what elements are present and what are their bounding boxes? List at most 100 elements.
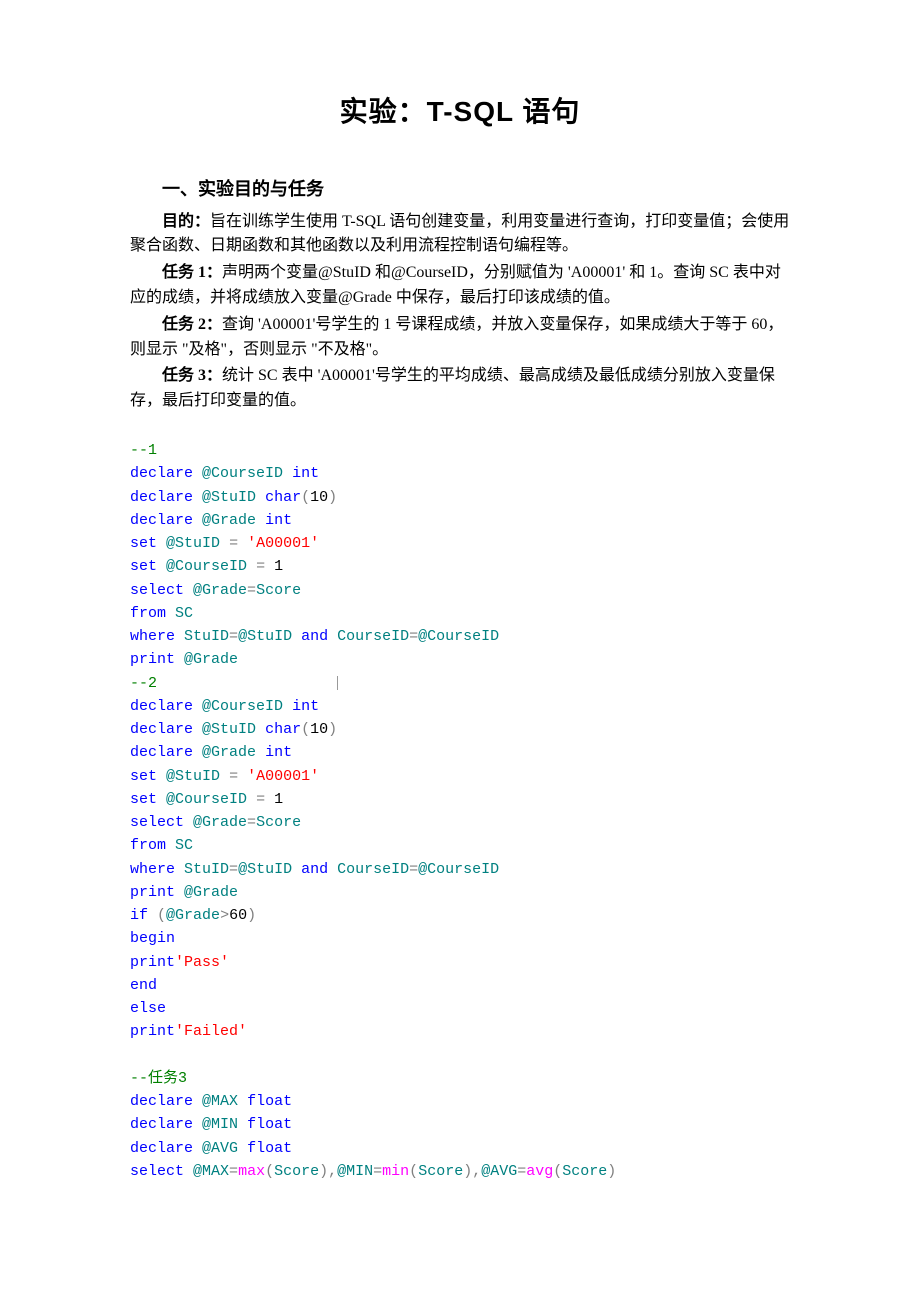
number: 60 [229,907,247,924]
operator: > [220,907,229,924]
string-literal: 'A00001' [247,768,319,785]
variable: @CourseID [202,465,283,482]
keyword-declare: declare [130,512,193,529]
column: Score [418,1163,463,1180]
code-block-1: --1 declare @CourseID int declare @StuID… [130,416,790,1183]
task2-label: 任务 2： [162,316,222,333]
task1-label: 任务 1： [162,264,222,281]
variable: @CourseID [166,558,247,575]
string-literal: 'Failed' [175,1023,247,1040]
type-float: float [247,1116,292,1133]
section-heading: 一、实验目的与任务 [130,175,790,204]
operator: = [229,1163,238,1180]
keyword-and: and [301,861,328,878]
keyword-print: print [130,1023,175,1040]
variable: @MIN [202,1116,238,1133]
string-literal: 'A00001' [247,535,319,552]
task3-label: 任务 3： [162,367,222,384]
paren: ( [409,1163,418,1180]
column: StuID [184,628,229,645]
number: 1 [274,791,283,808]
operator: = [229,535,238,552]
code-comment: --1 [130,442,157,459]
operator: = [409,861,418,878]
variable: @CourseID [166,791,247,808]
keyword-print: print [130,884,175,901]
keyword-else: else [130,1000,166,1017]
type-int: int [292,465,319,482]
type-char: char [265,489,301,506]
variable: @Grade [184,884,238,901]
variable: @StuID [202,721,256,738]
table: SC [175,605,193,622]
paren: ( [301,721,310,738]
variable: @StuID [238,628,292,645]
column: Score [274,1163,319,1180]
keyword-begin: begin [130,930,175,947]
keyword-where: where [130,861,175,878]
keyword-set: set [130,768,157,785]
operator: = [409,628,418,645]
keyword-print: print [130,651,175,668]
paren: ( [265,1163,274,1180]
keyword-declare: declare [130,744,193,761]
string-literal: 'Pass' [175,954,229,971]
keyword-declare: declare [130,698,193,715]
variable: @Grade [193,582,247,599]
keyword-and: and [301,628,328,645]
variable: @Grade [202,744,256,761]
column: StuID [184,861,229,878]
keyword-where: where [130,628,175,645]
type-int: int [265,512,292,529]
operator: = [256,791,265,808]
table: SC [175,837,193,854]
keyword-from: from [130,837,166,854]
paren: ) [247,907,256,924]
variable: @Grade [202,512,256,529]
type-int: int [292,698,319,715]
operator: = [229,628,238,645]
keyword-declare: declare [130,1116,193,1133]
operator: = [256,558,265,575]
operator: = [247,814,256,831]
variable: @StuID [166,535,220,552]
variable: @StuID [166,768,220,785]
variable: @Grade [184,651,238,668]
keyword-declare: declare [130,1140,193,1157]
keyword-declare: declare [130,465,193,482]
variable: @StuID [202,489,256,506]
number: 1 [274,558,283,575]
keyword-select: select [130,582,184,599]
variable: @MAX [193,1163,229,1180]
code-comment: --2 [130,675,157,692]
variable: @MAX [202,1093,238,1110]
number: 10 [310,721,328,738]
type-float: float [247,1093,292,1110]
keyword-from: from [130,605,166,622]
task1-text: 声明两个变量@StuID 和@CourseID，分别赋值为 'A00001' 和… [130,264,781,306]
cursor-mark [337,676,338,690]
variable: @CourseID [418,628,499,645]
variable: @Grade [193,814,247,831]
keyword-set: set [130,558,157,575]
variable: @CourseID [202,698,283,715]
variable: @Grade [166,907,220,924]
operator: = [517,1163,526,1180]
code-comment: --任务3 [130,1070,187,1087]
purpose-label: 目的： [162,213,210,230]
number: 10 [310,489,328,506]
keyword-select: select [130,814,184,831]
paren: ( [157,907,166,924]
variable: @AVG [202,1140,238,1157]
task3-text: 统计 SC 表中 'A00001'号学生的平均成绩、最高成绩及最低成绩分别放入变… [130,367,775,409]
document-title: 实验：T-SQL 语句 [130,90,790,135]
column: Score [562,1163,607,1180]
paren: ) [328,489,337,506]
keyword-declare: declare [130,721,193,738]
func-min: min [382,1163,409,1180]
variable: @StuID [238,861,292,878]
variable: @CourseID [418,861,499,878]
task2-paragraph: 任务 2：查询 'A00001'号学生的 1 号课程成绩，并放入变量保存，如果成… [130,313,790,363]
operator: = [247,582,256,599]
purpose-paragraph: 目的：旨在训练学生使用 T-SQL 语句创建变量，利用变量进行查询，打印变量值；… [130,210,790,260]
